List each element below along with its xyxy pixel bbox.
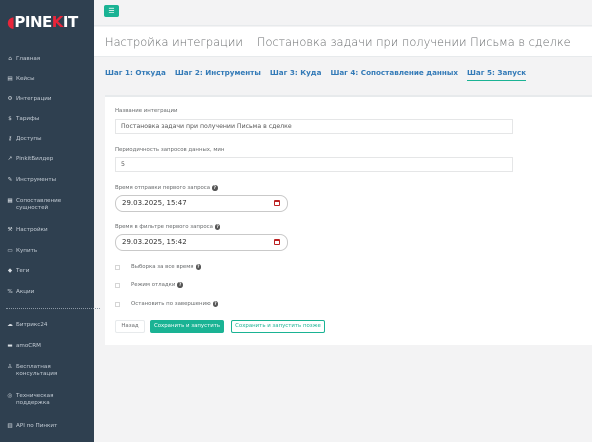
first-request-label: Время отправки первого запроса? bbox=[115, 185, 218, 191]
sidebar-item-icon: ▤ bbox=[7, 76, 13, 82]
logo-text: ◖PINEKIT bbox=[7, 13, 78, 31]
sidebar-item-a0[interactable]: ⌂ Главная bbox=[0, 56, 94, 63]
all-time-label: Выборка за все время bbox=[131, 264, 194, 270]
sidebar-item-icon: ☁ bbox=[7, 322, 13, 328]
page-title: Настройка интеграции bbox=[105, 34, 243, 49]
sidebar-item-label: Битрикс24 bbox=[16, 322, 48, 328]
sidebar-item-a1[interactable]: ▤ Кейсы bbox=[0, 76, 94, 83]
debug-checkbox[interactable] bbox=[115, 282, 120, 288]
sidebar-item-a8[interactable]: ⚒ Настройки bbox=[0, 227, 94, 234]
sidebar-item-label: Тарифы bbox=[16, 116, 40, 122]
hamburger-icon: ☰ bbox=[108, 7, 115, 15]
sidebar-item-b1[interactable]: ▬ amoCRM bbox=[0, 343, 94, 350]
sidebar-item-b3[interactable]: ◎ Техническая поддержка bbox=[0, 393, 94, 407]
sidebar-item-label: Доступы bbox=[16, 136, 42, 142]
sidebar-item-icon: ⌂ bbox=[8, 56, 12, 62]
all-time-checkbox-row[interactable]: Выборка за все время ? bbox=[115, 264, 202, 270]
filter-time-date-value: 29.03.2025, 15:42 bbox=[122, 238, 187, 246]
page-heading: Настройка интеграции Постановка задачи п… bbox=[94, 27, 592, 57]
sidebar-divider bbox=[6, 308, 100, 309]
calendar-icon[interactable] bbox=[274, 239, 280, 245]
wizard-tabs: Шаг 1: Откуда Шаг 2: Инструменты Шаг 3: … bbox=[94, 62, 592, 84]
calendar-icon[interactable] bbox=[274, 200, 280, 206]
sidebar-item-a2[interactable]: ⚙ Интеграции bbox=[0, 96, 94, 103]
sidebar-item-label: Техническая поддержка bbox=[16, 393, 54, 406]
sidebar-item-label: Бесплатная консультация bbox=[16, 364, 58, 377]
sidebar-item-a4[interactable]: ⚷ Доступы bbox=[0, 136, 94, 143]
integration-name-input[interactable]: Постановка задачи при получении Письма в… bbox=[115, 119, 513, 134]
sidebar-item-label: amoCRM bbox=[16, 343, 41, 349]
sidebar-item-a7[interactable]: ▦ Сопоставление сущностей bbox=[0, 198, 94, 212]
sidebar-item-label: API по Пинкит bbox=[16, 423, 58, 429]
sidebar-item-label: Сопоставление сущностей bbox=[16, 198, 62, 211]
sidebar-item-b2[interactable]: ♙ Бесплатная консультация bbox=[0, 364, 94, 378]
logo[interactable]: ◖PINEKIT bbox=[0, 0, 94, 44]
sidebar-item-label: Кейсы bbox=[16, 76, 35, 82]
debug-checkbox-row[interactable]: Режим отладки ? bbox=[115, 282, 183, 288]
menu-toggle-button[interactable]: ☰ bbox=[104, 5, 119, 17]
period-label: Периодичность запросов данных, мин bbox=[115, 147, 225, 153]
launch-panel: Название интеграции Постановка задачи пр… bbox=[105, 95, 592, 345]
sidebar-item-icon: ⚙ bbox=[7, 96, 13, 102]
help-icon[interactable]: ? bbox=[212, 185, 218, 191]
sidebar: ◖PINEKIT ⌂ Главная ▤ Кейсы ⚙ Интеграции $ Тариф… bbox=[0, 0, 100, 442]
help-icon[interactable]: ? bbox=[214, 224, 221, 230]
sidebar-item-a5[interactable]: ↗ PinkitБилдер bbox=[0, 156, 94, 163]
filter-time-date-input[interactable]: 29.03.2025, 15:42 bbox=[115, 234, 288, 251]
period-input[interactable]: 5 bbox=[115, 157, 513, 172]
sidebar-item-icon: $ bbox=[8, 116, 12, 122]
tab-step-3[interactable]: Шаг 3: Куда bbox=[270, 62, 322, 84]
sidebar-item-label: Теги bbox=[16, 268, 30, 274]
sidebar-item-b4[interactable]: ▥ API по Пинкит bbox=[0, 423, 94, 430]
sidebar-item-label: Настройки bbox=[16, 227, 48, 233]
save-and-start-button[interactable]: Сохранить и запустить bbox=[150, 320, 224, 333]
top-bar: ☰ bbox=[94, 0, 592, 26]
sidebar-item-icon: % bbox=[7, 289, 13, 295]
first-request-date-input[interactable]: 29.03.2025, 15:47 bbox=[115, 195, 288, 212]
sidebar-item-a3[interactable]: $ Тарифы bbox=[0, 116, 94, 123]
stop-label: Остановить по завершению bbox=[131, 301, 211, 307]
sidebar-item-icon: ✎ bbox=[7, 177, 13, 183]
sidebar-item-icon: ♙ bbox=[7, 364, 13, 370]
integration-name-label: Название интеграции bbox=[115, 108, 178, 114]
sidebar-item-icon: ▬ bbox=[7, 343, 13, 349]
sidebar-item-label: Интеграции bbox=[16, 96, 52, 102]
sidebar-item-label: Купить bbox=[16, 248, 38, 254]
sidebar-item-label: Акции bbox=[16, 289, 35, 295]
sidebar-item-a11[interactable]: % Акции bbox=[0, 289, 94, 296]
first-request-date-value: 29.03.2025, 15:47 bbox=[122, 199, 187, 207]
filter-time-label: Время в фильтре первого запроса? bbox=[115, 224, 221, 230]
sidebar-item-icon: ▥ bbox=[7, 423, 13, 429]
sidebar-item-a6[interactable]: ✎ Инструменты bbox=[0, 177, 94, 184]
sidebar-item-icon: ▦ bbox=[7, 198, 13, 204]
sidebar-item-a10[interactable]: ◆ Теги bbox=[0, 268, 94, 275]
help-icon[interactable]: ? bbox=[212, 301, 219, 307]
sidebar-item-label: Главная bbox=[16, 56, 41, 62]
back-button[interactable]: Назад bbox=[115, 320, 145, 333]
all-time-checkbox[interactable] bbox=[115, 264, 120, 270]
sidebar-item-b0[interactable]: ☁ Битрикс24 bbox=[0, 322, 94, 329]
save-and-start-later-button[interactable]: Сохранить и запустить позже bbox=[231, 320, 325, 333]
sidebar-item-icon: ◆ bbox=[7, 268, 13, 274]
sidebar-item-icon: ▭ bbox=[7, 248, 13, 254]
sidebar-item-label: PinkitБилдер bbox=[16, 156, 54, 162]
help-icon[interactable]: ? bbox=[177, 282, 183, 288]
help-icon[interactable]: ? bbox=[195, 264, 202, 270]
sidebar-item-icon: ⚒ bbox=[7, 227, 13, 233]
tab-step-4[interactable]: Шаг 4: Сопоставление данных bbox=[330, 62, 458, 84]
stop-checkbox[interactable] bbox=[115, 301, 120, 307]
tab-step-1[interactable]: Шаг 1: Откуда bbox=[105, 62, 166, 84]
debug-label: Режим отладки bbox=[131, 282, 176, 288]
sidebar-item-icon: ↗ bbox=[7, 156, 13, 162]
page-subtitle: Постановка задачи при получении Письма в… bbox=[256, 34, 571, 49]
tab-step-2[interactable]: Шаг 2: Инструменты bbox=[175, 62, 261, 84]
stop-checkbox-row[interactable]: Остановить по завершению ? bbox=[115, 301, 219, 307]
sidebar-item-icon: ⚷ bbox=[7, 136, 13, 142]
tab-step-5[interactable]: Шаг 5: Запуск bbox=[466, 62, 527, 81]
sidebar-item-icon: ◎ bbox=[7, 393, 13, 399]
sidebar-item-label: Инструменты bbox=[16, 177, 57, 183]
sidebar-item-a9[interactable]: ▭ Купить bbox=[0, 248, 94, 255]
